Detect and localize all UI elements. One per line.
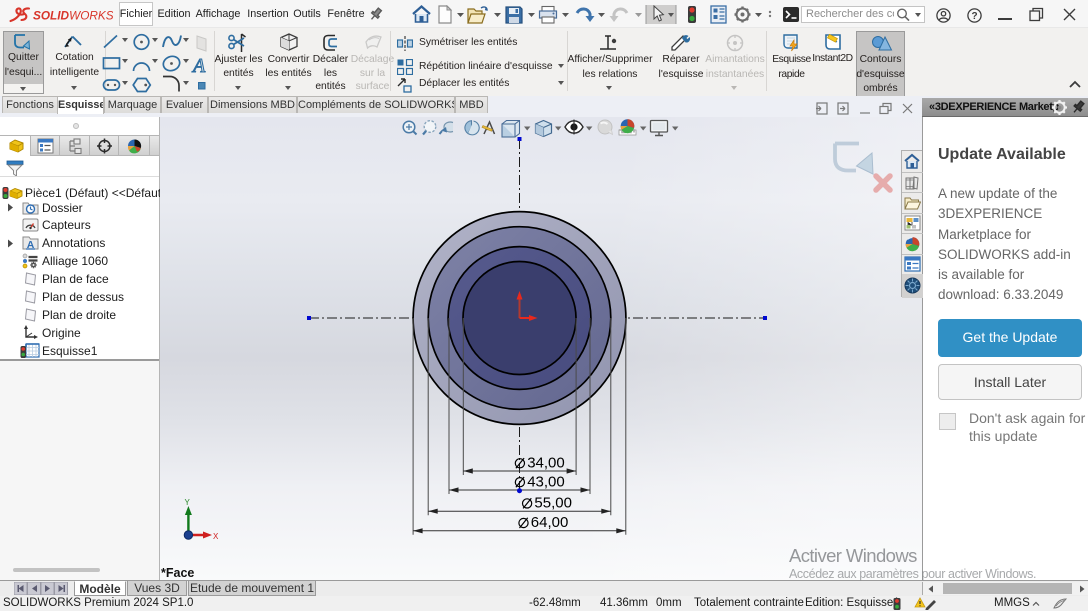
svg-text:43,00: 43,00 [527,473,565,490]
svg-text:64,00: 64,00 [531,514,569,531]
svg-text:Y: Y [185,498,191,507]
svg-text:34,00: 34,00 [527,455,565,472]
svg-text:?: ? [971,11,977,22]
svg-text:SOLIDWORKS: SOLIDWORKS [33,9,113,23]
svg-text:X: X [213,532,219,541]
svg-text:A: A [191,55,206,77]
svg-text:55,00: 55,00 [534,495,572,512]
